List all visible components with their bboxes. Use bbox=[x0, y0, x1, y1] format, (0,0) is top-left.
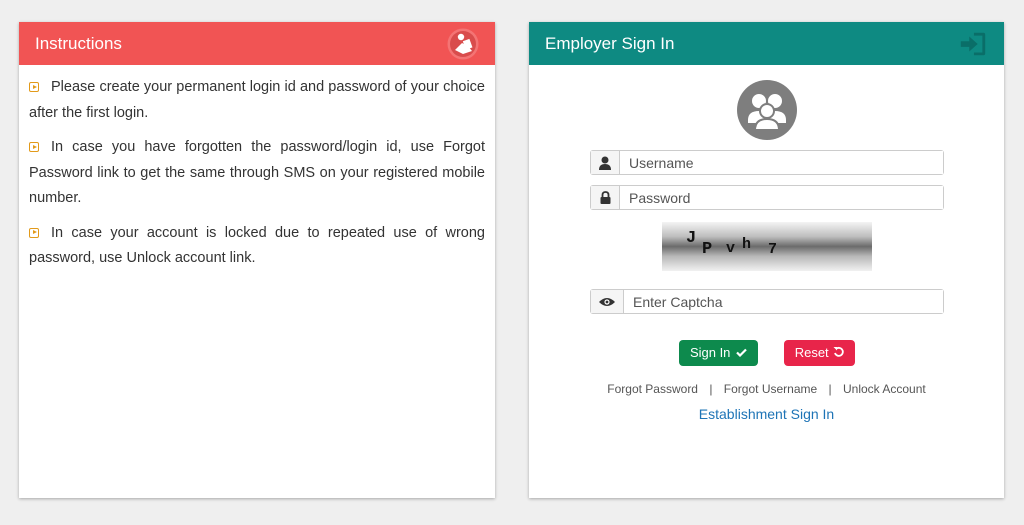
signin-title: Employer Sign In bbox=[545, 34, 675, 53]
instructions-panel: Instructions Please create your permanen… bbox=[19, 22, 495, 498]
instructions-list: Please create your permanent login id an… bbox=[19, 65, 495, 272]
svg-text:7: 7 bbox=[768, 241, 777, 258]
username-field bbox=[590, 150, 944, 175]
username-input[interactable] bbox=[620, 151, 943, 174]
password-field bbox=[590, 185, 944, 210]
sign-in-button[interactable]: Sign In bbox=[679, 340, 758, 366]
establishment-sign-in-link[interactable]: Establishment Sign In bbox=[529, 406, 1004, 422]
password-input[interactable] bbox=[620, 186, 943, 209]
users-avatar-icon bbox=[737, 80, 797, 140]
svg-text:P: P bbox=[702, 240, 712, 259]
svg-text:h: h bbox=[742, 236, 751, 253]
svg-text:v: v bbox=[726, 240, 735, 257]
account-links: Forgot Password | Forgot Username | Unlo… bbox=[529, 382, 1004, 396]
captcha-field bbox=[590, 289, 944, 314]
reset-button[interactable]: Reset bbox=[784, 340, 855, 366]
unlock-account-link[interactable]: Unlock Account bbox=[843, 382, 926, 396]
list-item: In case your account is locked due to re… bbox=[29, 221, 485, 272]
lock-icon bbox=[591, 186, 620, 209]
instructions-header: Instructions bbox=[19, 22, 495, 65]
link-separator: | bbox=[709, 382, 713, 396]
instructions-title: Instructions bbox=[35, 34, 122, 53]
forgot-password-link[interactable]: Forgot Password bbox=[607, 382, 698, 396]
eye-icon[interactable] bbox=[591, 290, 624, 313]
instruction-text: In case you have forgotten the password/… bbox=[29, 139, 485, 206]
list-item: In case you have forgotten the password/… bbox=[29, 135, 485, 212]
check-icon bbox=[736, 348, 747, 358]
reset-label: Reset bbox=[794, 345, 829, 360]
undo-icon bbox=[833, 346, 845, 357]
signin-panel: Employer Sign In J P v bbox=[529, 22, 1004, 498]
link-separator: | bbox=[828, 382, 832, 396]
sign-in-label: Sign In bbox=[689, 345, 731, 360]
captcha-image: J P v h 7 bbox=[662, 222, 872, 271]
svg-text:J: J bbox=[686, 229, 696, 248]
play-square-icon bbox=[29, 227, 39, 238]
captcha-input[interactable] bbox=[624, 290, 943, 313]
reader-icon bbox=[447, 28, 479, 60]
forgot-username-link[interactable]: Forgot Username bbox=[724, 382, 817, 396]
instruction-text: Please create your permanent login id an… bbox=[29, 79, 485, 121]
list-item: Please create your permanent login id an… bbox=[29, 75, 485, 126]
sign-in-icon bbox=[960, 32, 986, 56]
signin-header: Employer Sign In bbox=[529, 22, 1004, 65]
play-square-icon bbox=[29, 82, 39, 92]
play-square-icon bbox=[29, 142, 39, 152]
instruction-text: In case your account is locked due to re… bbox=[29, 224, 485, 267]
user-icon bbox=[591, 151, 620, 174]
